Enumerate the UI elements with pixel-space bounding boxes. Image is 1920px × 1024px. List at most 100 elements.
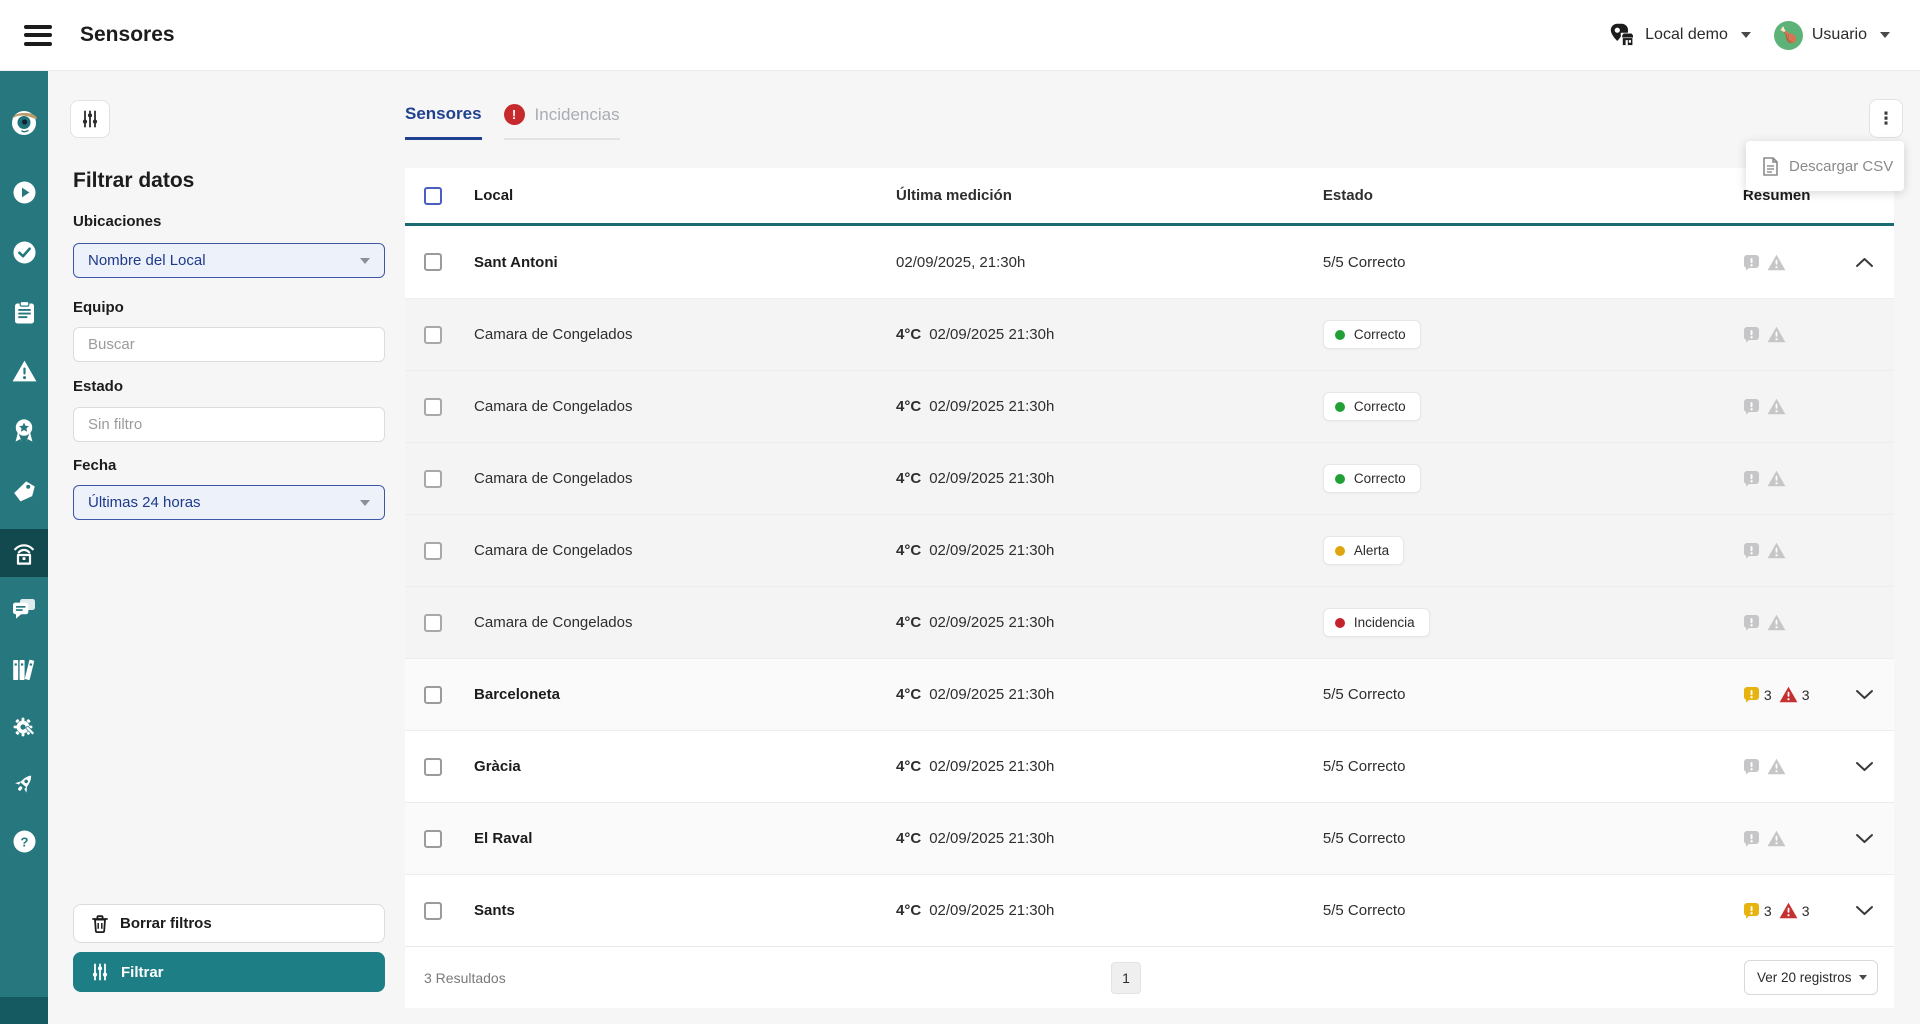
top-bar: Sensores Local demo 🍗 Usuario	[0, 0, 1920, 71]
main-tabs: Sensores ! Incidencias	[405, 104, 620, 140]
chevron-down-icon	[1856, 834, 1874, 843]
row-checkbox[interactable]	[424, 541, 442, 560]
tag-icon[interactable]	[0, 467, 48, 515]
sensor-row[interactable]: Camara de Congelados 4°C 02/09/2025 21:30h…	[405, 586, 1894, 658]
last-measurement: 4°C 02/09/2025 21:30h	[896, 830, 1055, 847]
warning-triangle-icon	[1767, 254, 1786, 270]
row-name: Camara de Congelados	[474, 398, 633, 415]
location-row[interactable]: El Raval 4°C 02/09/2025 21:30h 5/5 Correcto	[405, 802, 1894, 874]
filter-toggle-button[interactable]	[70, 100, 110, 138]
page-title: Sensores	[80, 23, 175, 46]
row-checkbox[interactable]	[424, 325, 442, 344]
estado-cell: Correcto	[1322, 464, 1743, 493]
hamburger-menu-icon[interactable]	[24, 24, 52, 46]
status-dot	[1334, 473, 1345, 484]
sensor-row[interactable]: Camara de Congelados 4°C 02/09/2025 21:30h…	[405, 370, 1894, 442]
table-body: Sant Antoni 02/09/2025, 21:30h 5/5 Correct…	[405, 226, 1894, 946]
chevron-down-icon[interactable]	[1740, 32, 1751, 38]
row-checkbox[interactable]	[424, 613, 442, 632]
row-name: Sant Antoni	[474, 253, 558, 271]
user-menu-label[interactable]: Usuario	[1812, 26, 1867, 44]
expand-toggle[interactable]	[1835, 761, 1894, 772]
settings-gear-icon[interactable]	[0, 703, 48, 751]
estado-label: Estado	[73, 378, 124, 395]
row-checkbox[interactable]	[424, 685, 442, 704]
status-badge: Correcto	[1322, 320, 1421, 349]
warning-triangle-icon	[1767, 758, 1786, 775]
rocket-icon[interactable]	[0, 760, 48, 808]
row-checkbox[interactable]	[424, 253, 442, 271]
incident-count: 3	[1801, 686, 1810, 703]
estado-cell: 5/5 Correcto	[1322, 253, 1406, 271]
ubicaciones-select[interactable]: Nombre del Local	[73, 243, 385, 278]
chevron-down-icon	[1859, 975, 1867, 980]
row-name: Camara de Congelados	[474, 542, 633, 559]
sidebar-item-sensores[interactable]	[0, 529, 48, 577]
chat-bubbles-icon[interactable]	[0, 585, 48, 633]
award-badge-icon[interactable]	[0, 407, 48, 455]
status-dot	[1334, 617, 1345, 628]
help-circle-icon[interactable]: ?	[0, 817, 48, 865]
select-all-checkbox[interactable]	[424, 186, 442, 205]
resumen-cell	[1743, 758, 1835, 775]
estado-filter-input[interactable]	[73, 407, 385, 442]
chevron-down-icon[interactable]	[1880, 32, 1890, 38]
row-checkbox[interactable]	[424, 469, 442, 488]
location-row[interactable]: Sant Antoni 02/09/2025, 21:30h 5/5 Correct…	[405, 226, 1894, 298]
sensor-row[interactable]: Camara de Congelados 4°C 02/09/2025 21:30h…	[405, 442, 1894, 514]
row-name: Camara de Congelados	[474, 470, 633, 487]
resumen-cell	[1743, 398, 1835, 415]
page-size-select[interactable]: Ver 20 registros	[1744, 960, 1878, 995]
tab-sensores[interactable]: Sensores	[405, 104, 482, 140]
row-checkbox[interactable]	[424, 829, 442, 848]
row-checkbox[interactable]	[424, 901, 442, 920]
topbar-right: Local demo 🍗 Usuario	[1609, 20, 1894, 50]
expand-toggle[interactable]	[1835, 905, 1894, 916]
warning-triangle-icon[interactable]	[0, 347, 48, 395]
download-csv-menu-item[interactable]: Descargar CSV	[1746, 141, 1904, 191]
sensors-table: Local Última medición Estado Resumen San…	[405, 168, 1894, 1008]
status-badge: Correcto	[1322, 464, 1421, 493]
library-books-icon[interactable]	[0, 645, 48, 693]
clipboard-icon[interactable]	[0, 288, 48, 336]
estado-cell: 5/5 Correcto	[1322, 830, 1406, 847]
check-circle-icon[interactable]	[0, 228, 48, 276]
row-checkbox[interactable]	[424, 757, 442, 776]
equipo-search-input[interactable]	[73, 327, 385, 362]
alert-bubble-icon	[1743, 254, 1759, 271]
alert-bubble-icon	[1743, 759, 1759, 775]
play-circle-icon[interactable]	[0, 168, 48, 216]
app-logo-mascot-icon[interactable]	[0, 98, 48, 146]
expand-toggle[interactable]	[1835, 833, 1894, 844]
clear-filters-button[interactable]: Borrar filtros	[73, 904, 385, 943]
kebab-icon: ⋮	[1877, 109, 1895, 128]
row-checkbox[interactable]	[424, 397, 442, 416]
location-row[interactable]: Sants 4°C 02/09/2025 21:30h 5/5 Correcto 3 3	[405, 874, 1894, 946]
location-row[interactable]: Barceloneta 4°C 02/09/2025 21:30h 5/5 Corre…	[405, 658, 1894, 730]
apply-filter-button[interactable]: Filtrar	[73, 952, 385, 992]
page-number-button[interactable]: 1	[1111, 962, 1141, 994]
expand-toggle[interactable]	[1835, 689, 1894, 700]
resumen-cell	[1743, 326, 1835, 343]
store-location-icon	[1609, 22, 1636, 49]
sensor-row[interactable]: Camara de Congelados 4°C 02/09/2025 21:30h…	[405, 298, 1894, 370]
location-selector-label[interactable]: Local demo	[1645, 26, 1728, 44]
sensor-row[interactable]: Camara de Congelados 4°C 02/09/2025 21:30h…	[405, 514, 1894, 586]
warning-triangle-icon	[1779, 902, 1798, 919]
chevron-down-icon	[360, 499, 370, 506]
column-header-ultima-medicion: Última medición	[896, 187, 1012, 204]
location-row[interactable]: Gràcia 4°C 02/09/2025 21:30h 5/5 Correcto	[405, 730, 1894, 802]
row-name: Barceloneta	[474, 686, 560, 703]
warning-triangle-icon	[1779, 686, 1798, 703]
avatar[interactable]: 🍗	[1773, 20, 1803, 50]
filter-heading: Filtrar datos	[73, 169, 195, 192]
estado-cell: 5/5 Correcto	[1322, 686, 1406, 703]
estado-cell: Alerta	[1322, 536, 1743, 565]
last-measurement: 4°C 02/09/2025 21:30h	[896, 614, 1055, 631]
fecha-select[interactable]: Últimas 24 horas	[73, 485, 385, 520]
more-options-button[interactable]: ⋮	[1869, 99, 1903, 138]
table-header: Local Última medición Estado Resumen	[405, 168, 1894, 226]
last-measurement: 4°C 02/09/2025 21:30h	[896, 398, 1055, 415]
expand-toggle[interactable]	[1835, 257, 1894, 268]
tab-incidencias[interactable]: ! Incidencias	[503, 104, 620, 140]
